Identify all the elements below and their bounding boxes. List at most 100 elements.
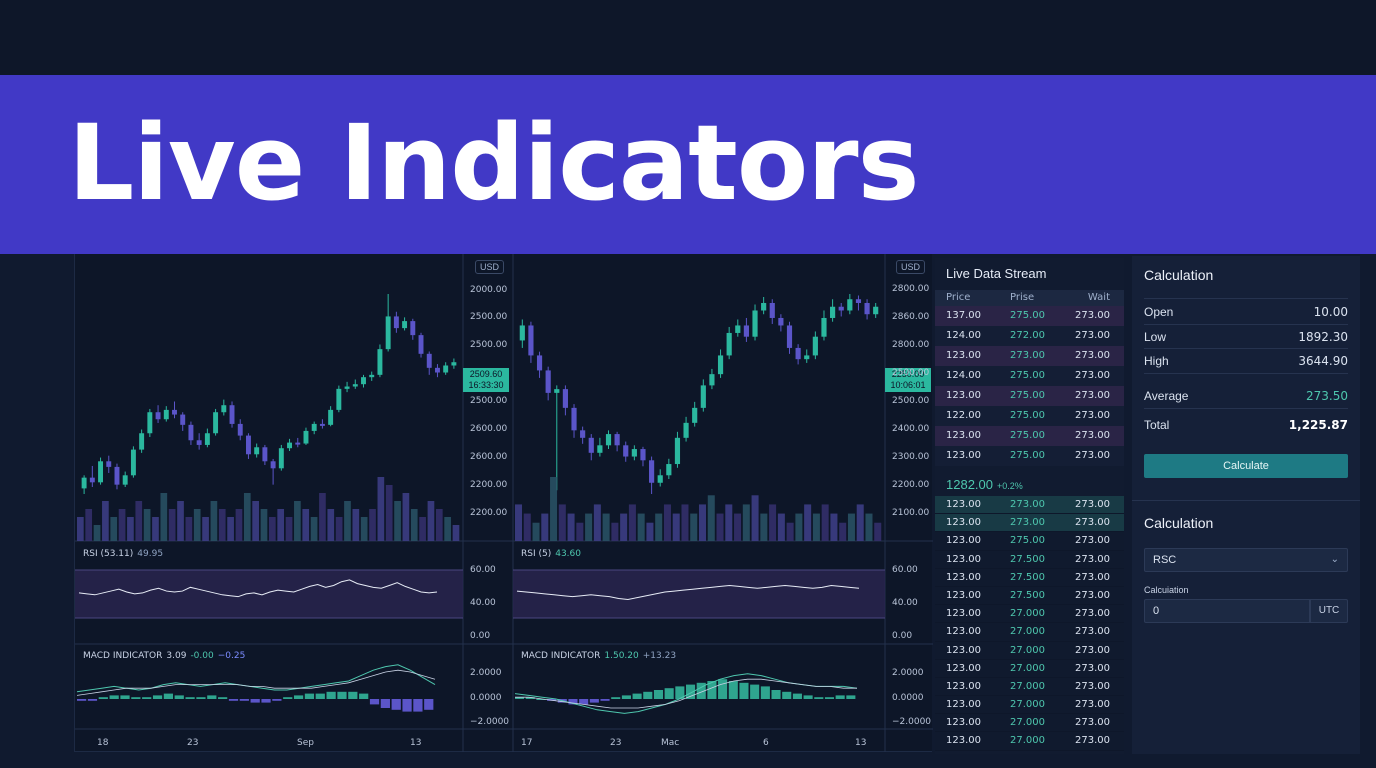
currency-badge[interactable]: USD <box>475 260 505 274</box>
book-row: 123.00 273.00 273.00 <box>935 496 1124 515</box>
book-row: 123.00 27.500 273.00 <box>935 586 1124 606</box>
macd-histogram-bar <box>152 695 163 699</box>
candle-body <box>778 317 784 326</box>
candle-body <box>385 316 391 350</box>
macd-histogram-bar <box>272 699 282 701</box>
candle-body <box>262 447 268 462</box>
top-bar <box>0 0 1376 75</box>
candle-body <box>328 409 334 425</box>
macd-histogram-bar <box>718 679 728 699</box>
macd-name: MACD INDICATOR <box>521 651 601 661</box>
volume-bar <box>716 513 724 541</box>
row-wait: 273.00 <box>1075 717 1110 729</box>
volume-bar <box>777 513 785 541</box>
volume-bar <box>839 522 847 541</box>
volume-bar <box>143 509 151 541</box>
macd-value-3: −0.25 <box>217 651 246 661</box>
volume-bar <box>185 517 193 541</box>
volume-bar <box>874 522 882 541</box>
volume-bar <box>541 513 549 541</box>
macd-histogram-bar <box>739 682 749 699</box>
candle-body <box>130 449 136 476</box>
macd-histogram-bar <box>163 693 174 699</box>
volume-bar <box>394 501 401 541</box>
volume-bar <box>177 501 184 541</box>
row-wait: 273.00 <box>1075 735 1110 747</box>
volume-bar <box>593 504 601 541</box>
row-wait: 273.00 <box>1075 644 1110 656</box>
row-wait: 273.00 <box>1075 571 1110 583</box>
stream-row: 123.00 275.00 273.00 <box>935 426 1124 446</box>
volume-bar <box>127 517 134 541</box>
macd-histogram-bar <box>611 697 621 699</box>
calculation-input[interactable] <box>1144 599 1310 623</box>
price-axis-label: 2600.00 <box>470 424 508 434</box>
volume-bar <box>681 504 689 541</box>
price-axis-label: 2500.00 <box>892 396 930 406</box>
average-label: Average <box>1144 389 1189 403</box>
rsi-label: RSI (53.11) 49.95 <box>83 549 163 559</box>
candle-body <box>717 355 724 375</box>
row-prise: 27.500 <box>1010 589 1045 601</box>
candle-body <box>528 325 534 356</box>
macd-histogram-bar <box>792 693 802 699</box>
row-price: 123.00 <box>946 430 981 441</box>
macd-value-1: 1.50.20 <box>604 651 639 661</box>
candle-body <box>692 407 698 423</box>
row-price: 122.00 <box>946 410 981 421</box>
macd-histogram-bar <box>391 699 401 710</box>
row-price: 123.00 <box>946 662 981 674</box>
rsi-axis-label: 0.00 <box>892 631 913 641</box>
total-value: 1,225.87 <box>1288 418 1348 432</box>
candle-body <box>319 423 325 426</box>
currency-badge[interactable]: USD <box>896 260 926 274</box>
candle-body <box>426 353 432 368</box>
macd-histogram-bar <box>87 699 98 701</box>
candle-body <box>229 405 235 424</box>
timezone-unit-button[interactable]: UTC <box>1310 599 1348 623</box>
candle-body <box>451 362 457 366</box>
calculate-button[interactable]: Calculate <box>1144 454 1348 478</box>
macd-value-2: +13.23 <box>642 651 677 661</box>
low-row: Low 1892.30 <box>1132 330 1360 344</box>
macd-axis-label: 0.0000 <box>892 693 924 703</box>
volume-bar <box>734 513 742 541</box>
row-prise: 273.00 <box>1010 350 1045 361</box>
indicator-select[interactable]: RSC ⌄ <box>1144 548 1348 572</box>
x-axis-label: Mac <box>661 738 680 748</box>
candle-body <box>580 430 586 438</box>
candle-body <box>700 385 706 408</box>
macd-histogram-bar <box>803 695 813 699</box>
volume-bar <box>795 513 803 541</box>
row-wait: 273.00 <box>1075 626 1110 638</box>
volume-bar <box>646 522 654 541</box>
rsi-label: RSI (5) 43.60 <box>521 549 581 559</box>
charts-canvas[interactable] <box>75 254 933 752</box>
price-axis-label: 2600.00 <box>470 452 508 462</box>
volume-bar <box>218 509 226 541</box>
row-prise: 275.00 <box>1010 410 1045 421</box>
macd-histogram-bar <box>750 684 760 699</box>
candle-body <box>562 389 568 408</box>
candle-body <box>674 437 681 465</box>
calculation-title: Calculation <box>1144 267 1214 283</box>
row-prise: 275.00 <box>1010 430 1045 441</box>
candle-body <box>614 434 620 446</box>
macd-histogram-bar <box>98 697 108 699</box>
candle-body <box>410 321 416 336</box>
macd-axis-label: 2.0000 <box>470 668 502 678</box>
candle-body <box>402 321 408 329</box>
candle-body <box>287 442 293 449</box>
row-price: 124.00 <box>946 330 981 341</box>
row-prise: 273.00 <box>1010 499 1045 510</box>
x-axis-label: 23 <box>187 738 199 748</box>
volume-bar <box>611 522 619 541</box>
book-row: 123.00 27.500 273.00 <box>935 550 1124 569</box>
stream-row: 124.00 275.00 273.00 <box>935 366 1124 386</box>
chart-area[interactable]: USD 2509.60 16:33:30 2000.00 2500.00 2500.… <box>74 254 933 752</box>
rsi-axis-label: 60.00 <box>892 565 918 575</box>
row-wait: 273.00 <box>1075 350 1110 361</box>
stream-row: 122.00 275.00 273.00 <box>935 406 1124 426</box>
candle-body <box>147 412 153 434</box>
book-row: 123.00 27.000 273.00 <box>935 714 1124 733</box>
